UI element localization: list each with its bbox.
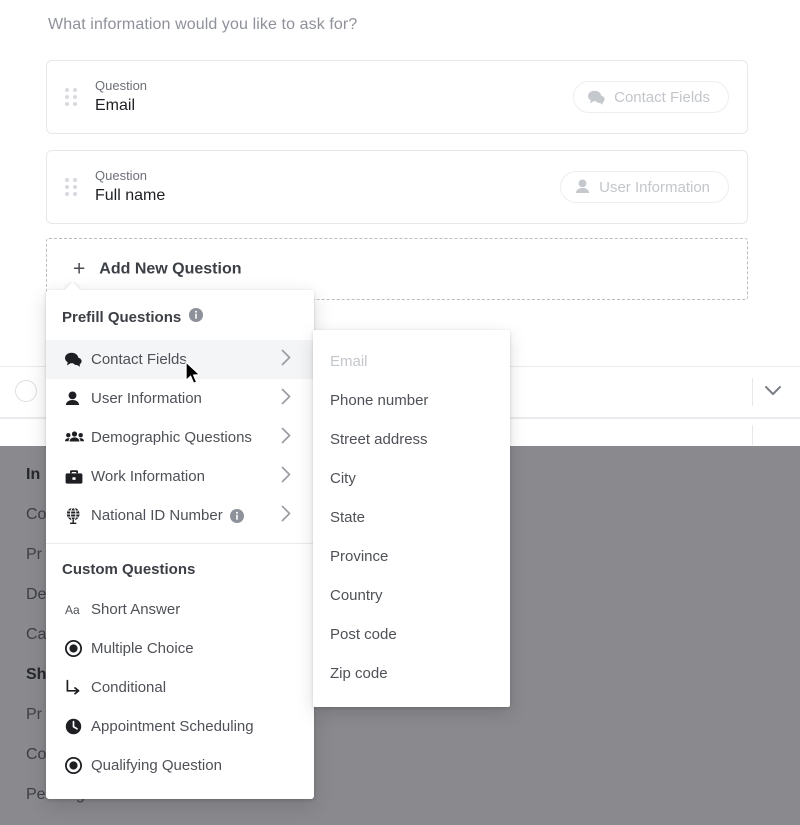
prefill-items-list: Contact Fields User Information Demographi… [46,340,314,535]
background-divider [752,425,753,445]
screen-root: InCoPrDeCaShPrCoPending OrdersOrders Wha… [0,0,800,825]
person-icon [65,391,91,407]
badge-label: Contact Fields [614,88,710,106]
plus-icon: + [73,257,86,281]
question-source-badge[interactable]: Contact Fields [573,81,729,113]
menu-item-national-id-number[interactable]: National ID Number [46,496,314,535]
chevron-right-icon [280,426,292,449]
mouse-cursor [185,360,203,392]
chevron-down-icon[interactable] [762,383,784,404]
add-new-question-label: Add New Question [99,260,242,277]
radio-filled-icon [65,757,91,774]
page-title: What information would you like to ask f… [48,16,358,33]
submenu-item-phone-number[interactable]: Phone number [313,381,510,420]
person-icon [575,179,590,195]
question-card[interactable]: Question Full name User Information [46,150,748,224]
radio-filled-icon [65,640,91,657]
chevron-right-icon [280,504,292,527]
add-new-question-inner: + Add New Question [73,259,242,280]
question-label: Question [95,168,148,183]
menu-item-qualifying-question[interactable]: Qualifying Question [46,746,314,785]
add-question-dropdown-menu: Prefill Questions Contact Fields User Inf… [46,290,314,799]
submenu-item-zip-code[interactable]: Zip code [313,654,510,693]
question-card[interactable]: Question Email Contact Fields [46,60,748,134]
menu-item-label: Conditional [91,679,167,696]
group-icon [65,430,91,445]
badge-label: User Information [599,178,710,196]
prefill-header-label: Prefill Questions [62,308,182,326]
chevron-right-icon [280,465,292,488]
chat-bubbles-icon [588,90,605,105]
svg-text:Aa: Aa [65,603,80,617]
submenu-item-street-address[interactable]: Street address [313,420,510,459]
question-source-badge[interactable]: User Information [560,171,729,203]
submenu-item-post-code[interactable]: Post code [313,615,510,654]
background-radio-icon[interactable] [15,380,37,402]
clock-icon [65,718,91,735]
submenu-item-state[interactable]: State [313,498,510,537]
menu-item-label: Multiple Choice [91,640,194,657]
submenu-item-province[interactable]: Province [313,537,510,576]
globe-icon [65,507,91,524]
menu-item-label: Qualifying Question [91,757,222,774]
menu-item-label: Work Information [91,468,205,485]
menu-item-user-information[interactable]: User Information [46,379,314,418]
submenu-item-email: Email [330,353,368,370]
chevron-right-icon [280,348,292,371]
prefill-questions-header: Prefill Questions [46,290,314,340]
chat-bubbles-icon [65,352,91,367]
question-text: Question Email [95,77,147,117]
menu-item-label: Appointment Scheduling [91,718,254,735]
menu-item-multiple-choice[interactable]: Multiple Choice [46,629,314,668]
contact-fields-submenu: Email Phone number Street address City State… [313,330,510,707]
info-icon[interactable] [189,308,204,326]
menu-pointer-arrow [64,282,81,291]
submenu-item-country[interactable]: Country [313,576,510,615]
menu-bottom-padding [46,785,314,799]
aa-text-icon: Aa [65,603,91,617]
menu-item-demographic-questions[interactable]: Demographic Questions [46,418,314,457]
drag-handle-icon[interactable] [65,88,77,106]
menu-item-contact-fields[interactable]: Contact Fields [46,340,314,379]
menu-item-conditional[interactable]: Conditional [46,668,314,707]
question-label: Question [95,78,148,93]
menu-item-label: Demographic Questions [91,429,252,446]
briefcase-icon [65,469,91,485]
submenu-item-city[interactable]: City [313,459,510,498]
info-icon[interactable] [229,508,244,523]
custom-questions-header: Custom Questions [62,561,196,578]
question-value: Email [95,97,136,114]
menu-item-label: User Information [91,390,202,407]
menu-item-label: Contact Fields [91,351,187,368]
background-list-item[interactable]: Orders [26,815,276,825]
custom-items-list: Aa Short Answer Multiple Choice Conditional… [46,590,314,785]
menu-item-work-information[interactable]: Work Information [46,457,314,496]
question-text: Question Full name [95,167,165,207]
branch-arrow-icon [65,679,91,696]
menu-item-label: National ID Number [91,507,223,524]
menu-item-appointment-scheduling[interactable]: Appointment Scheduling [46,707,314,746]
background-divider [752,378,753,406]
drag-handle-icon[interactable] [65,178,77,196]
menu-item-short-answer[interactable]: Aa Short Answer [46,590,314,629]
question-value: Full name [95,187,166,204]
chevron-right-icon [280,387,292,410]
menu-item-label: Short Answer [91,601,181,618]
